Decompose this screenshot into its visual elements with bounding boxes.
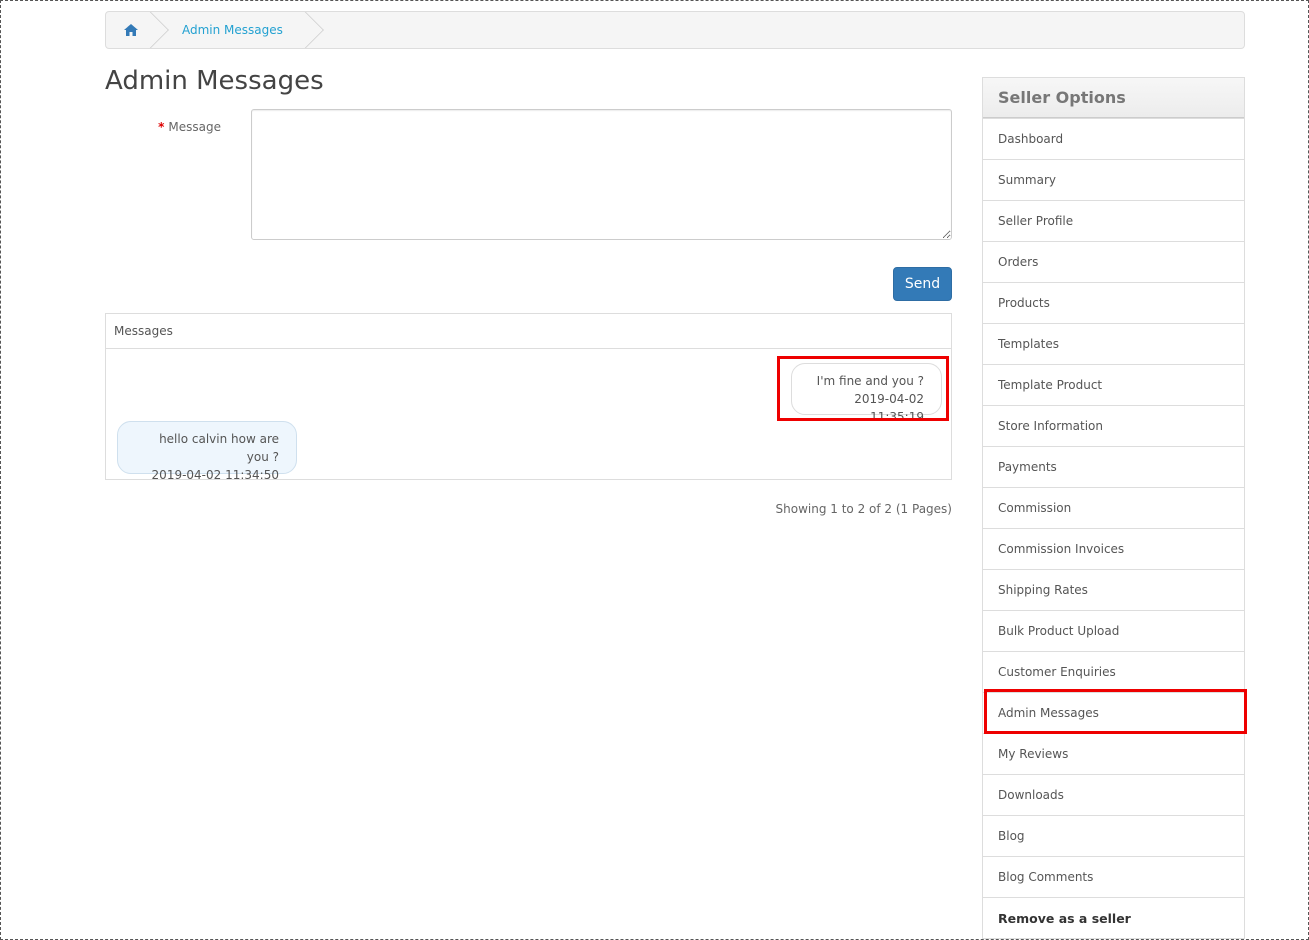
message-bubble-received: hello calvin how are you ? 2019-04-02 11…	[117, 421, 297, 482]
sidebar-item-summary[interactable]: Summary	[983, 159, 1244, 200]
sidebar-item-blog-comments[interactable]: Blog Comments	[983, 856, 1244, 897]
sidebar-item-customer-enquiries[interactable]: Customer Enquiries	[983, 651, 1244, 692]
sidebar-item-templates[interactable]: Templates	[983, 323, 1244, 364]
sidebar-item-payments[interactable]: Payments	[983, 446, 1244, 487]
message-time: 2019-04-02 11:35:19	[854, 392, 924, 424]
message-label-text: Message	[168, 120, 221, 134]
home-icon	[124, 24, 138, 36]
sidebar-item-bulk-product-upload[interactable]: Bulk Product Upload	[983, 610, 1244, 651]
sidebar-item-store-information[interactable]: Store Information	[983, 405, 1244, 446]
sidebar-item-dashboard[interactable]: Dashboard	[983, 118, 1244, 159]
message-time: 2019-04-02 11:34:50	[151, 468, 279, 482]
sidebar-item-commission-invoices[interactable]: Commission Invoices	[983, 528, 1244, 569]
sidebar-item-seller-profile[interactable]: Seller Profile	[983, 200, 1244, 241]
page-title: Admin Messages	[105, 66, 324, 96]
send-button[interactable]: Send	[893, 267, 952, 301]
message-label: * Message	[105, 120, 221, 134]
messages-heading: Messages	[106, 314, 951, 349]
message-text: I'm fine and you ?	[816, 374, 924, 388]
sidebar-item-shipping-rates[interactable]: Shipping Rates	[983, 569, 1244, 610]
sidebar-item-products[interactable]: Products	[983, 282, 1244, 323]
sidebar-item-commission[interactable]: Commission	[983, 487, 1244, 528]
sidebar-item-admin-messages[interactable]: Admin Messages	[983, 692, 1244, 733]
message-bubble-sent: I'm fine and you ? 2019-04-02 11:35:19	[791, 363, 942, 424]
seller-options-sidebar: Seller Options Dashboard Summary Seller …	[982, 77, 1245, 939]
sidebar-item-blog[interactable]: Blog	[983, 815, 1244, 856]
message-text: hello calvin how are you ?	[159, 432, 279, 464]
required-mark: *	[158, 120, 165, 134]
breadcrumb-admin-messages[interactable]: Admin Messages	[156, 23, 311, 37]
message-input[interactable]	[251, 109, 952, 240]
sidebar-item-template-product[interactable]: Template Product	[983, 364, 1244, 405]
sidebar-title: Seller Options	[983, 78, 1244, 118]
breadcrumb: Admin Messages	[105, 11, 1245, 49]
pagination-info: Showing 1 to 2 of 2 (1 Pages)	[775, 502, 952, 516]
messages-panel: Messages I'm fine and you ? 2019-04-02 1…	[105, 313, 952, 482]
sidebar-item-remove-seller[interactable]: Remove as a seller	[983, 897, 1244, 938]
sidebar-item-downloads[interactable]: Downloads	[983, 774, 1244, 815]
breadcrumb-home[interactable]	[106, 12, 169, 48]
sidebar-item-my-reviews[interactable]: My Reviews	[983, 733, 1244, 774]
sidebar-item-orders[interactable]: Orders	[983, 241, 1244, 282]
